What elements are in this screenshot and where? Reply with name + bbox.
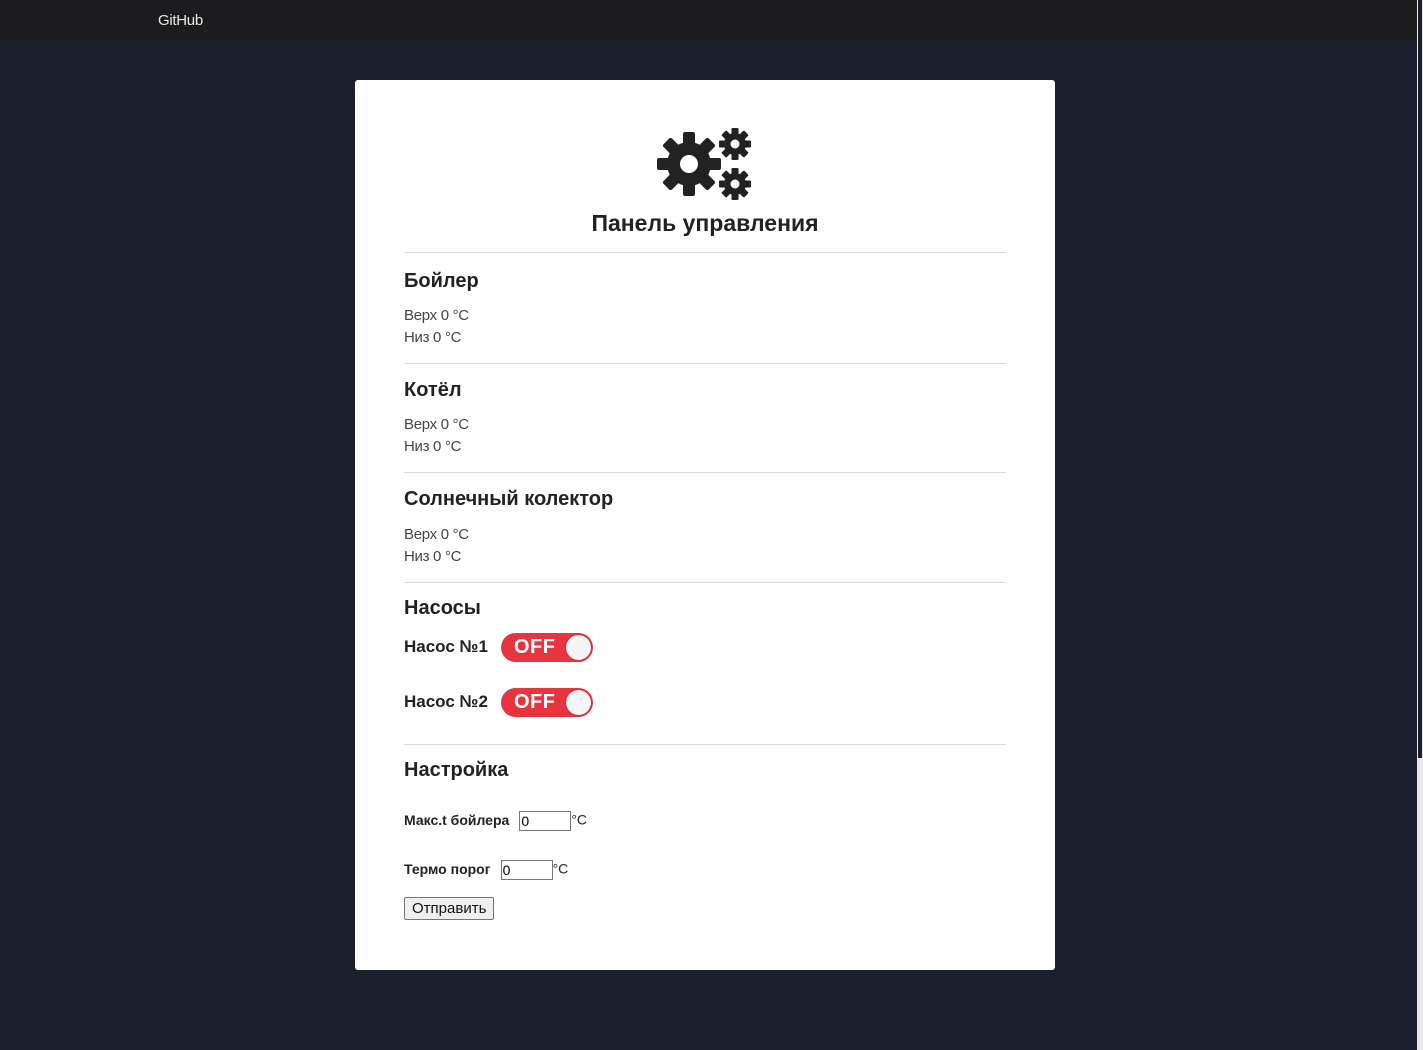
gears-icon (657, 128, 751, 200)
thermo-threshold-row: Термо порог °C (404, 860, 568, 880)
toggle-knob (566, 635, 591, 660)
page-title: Панель управления (591, 210, 819, 236)
section-title-solar: Солнечный колектор (404, 488, 614, 510)
kettle-top-reading: Верх 0 °C (404, 416, 469, 433)
toggle-knob (566, 690, 591, 715)
scrollbar-thumb[interactable] (1418, 0, 1422, 758)
submit-button[interactable]: Отправить (404, 897, 495, 920)
divider (404, 744, 1006, 745)
max-boiler-label: Макс.t бойлера (404, 811, 510, 828)
thermo-threshold-unit: °C (552, 860, 569, 877)
solar-top-reading: Верх 0 °C (404, 526, 469, 543)
kettle-bottom-reading: Низ 0 °C (404, 438, 462, 455)
max-boiler-input[interactable] (519, 811, 572, 831)
thermo-threshold-input[interactable] (500, 860, 553, 880)
top-navbar: GitHub (0, 0, 1417, 41)
github-link[interactable]: GitHub (158, 12, 203, 29)
pump-1-toggle[interactable]: OFF (501, 633, 593, 662)
boiler-bottom-reading: Низ 0 °C (404, 329, 462, 346)
pump-2-state: OFF (514, 691, 556, 713)
divider (404, 582, 1006, 583)
divider (404, 472, 1006, 473)
thermo-threshold-label: Термо порог (404, 860, 491, 877)
pump-1-label: Насос №1 (404, 637, 488, 656)
page-scrollbar[interactable] (1417, 0, 1423, 1050)
divider (404, 252, 1006, 253)
divider (404, 363, 1006, 364)
max-boiler-unit: °C (571, 811, 588, 828)
boiler-top-reading: Верх 0 °C (404, 307, 469, 324)
section-title-pumps: Насосы (404, 597, 481, 619)
max-boiler-row: Макс.t бойлера °C (404, 811, 587, 831)
solar-bottom-reading: Низ 0 °C (404, 548, 462, 565)
section-title-kettle: Котёл (404, 379, 462, 401)
pump-2-toggle[interactable]: OFF (501, 688, 593, 717)
control-panel-card: Панель управления Бойлер Верх 0 °C Низ 0… (355, 80, 1055, 970)
pump-2-label: Насос №2 (404, 692, 488, 711)
pump-1-state: OFF (514, 636, 556, 658)
section-title-boiler: Бойлер (404, 270, 479, 292)
section-title-settings: Настройка (404, 759, 509, 781)
